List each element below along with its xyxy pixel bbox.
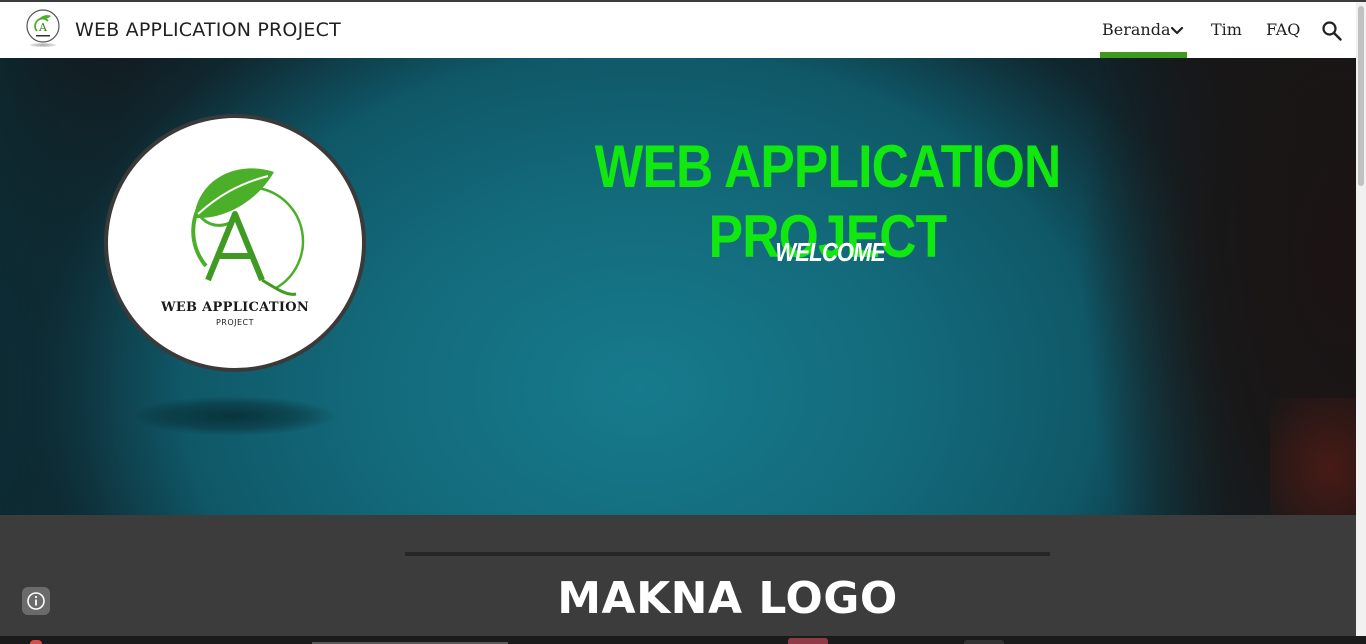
- taskbar-item[interactable]: [964, 640, 1004, 644]
- section-divider: [405, 552, 1050, 556]
- info-icon: [27, 592, 45, 610]
- scrollbar-thumb[interactable]: [1358, 6, 1364, 186]
- section-heading: MAKNA LOGO: [557, 573, 898, 624]
- site-title[interactable]: WEB APPLICATION PROJECT: [75, 18, 341, 42]
- taskbar: [0, 636, 1366, 644]
- svg-text:A: A: [38, 21, 48, 34]
- taskbar-item[interactable]: [788, 638, 828, 644]
- makna-logo-section: MAKNA LOGO: [0, 515, 1356, 636]
- hero-logo: WEB APPLICATION PROJECT: [104, 114, 366, 372]
- chevron-down-icon[interactable]: [1170, 26, 1184, 36]
- nav-item-tim[interactable]: Tim: [1211, 19, 1242, 41]
- nav-item-faq[interactable]: FAQ: [1266, 19, 1300, 41]
- site-logo-shadow: [30, 43, 56, 47]
- info-button[interactable]: [22, 587, 50, 615]
- site-header: A WEB APPLICATION PROJECT Beranda Tim FA…: [0, 2, 1356, 58]
- nav-item-beranda[interactable]: Beranda: [1102, 19, 1171, 41]
- logo-sub-text: PROJECT: [215, 318, 255, 327]
- site-logo-icon[interactable]: A: [26, 9, 60, 43]
- taskbar-item[interactable]: [30, 640, 42, 644]
- search-icon[interactable]: [1321, 20, 1343, 42]
- hero-glow: [1270, 398, 1356, 515]
- hero-banner: WEB APPLICATION PROJECT WEB APPLICATION …: [0, 58, 1356, 515]
- logo-shadow: [130, 396, 338, 436]
- hero-subtitle: WELCOME: [775, 237, 885, 267]
- hero-vignette: [0, 58, 120, 515]
- logo-main-text: WEB APPLICATION: [160, 300, 310, 315]
- leaf-a-icon: [191, 168, 305, 296]
